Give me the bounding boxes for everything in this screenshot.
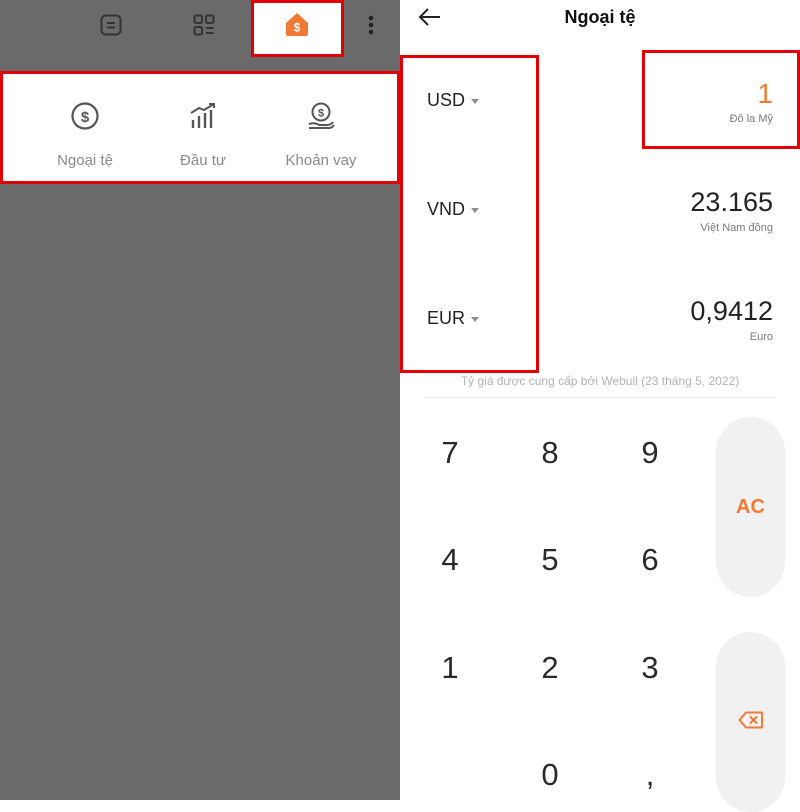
menu-item-investment[interactable]: Đầu tư	[144, 74, 262, 181]
menu-item-currency[interactable]: $ Ngoại tệ	[26, 74, 144, 181]
key-0[interactable]: 0	[520, 750, 580, 800]
clear-all-label: AC	[736, 495, 765, 518]
amount-vnd[interactable]: 23.165	[690, 187, 773, 218]
backspace-button[interactable]	[716, 632, 785, 812]
key-9[interactable]: 9	[620, 428, 680, 478]
finance-home-icon[interactable]: $	[282, 9, 312, 39]
key-6[interactable]: 6	[620, 535, 680, 585]
currency-select-vnd[interactable]: VND	[427, 199, 480, 220]
currency-converter-screen: Ngoại tệ USD VND EUR 1 Đô la Mỹ 23.165 V…	[400, 0, 800, 812]
caret-down-icon	[471, 317, 480, 322]
key-8[interactable]: 8	[520, 428, 580, 478]
left-panel: $ $ Ngoại tệ Đầu tư $ Khoản vay	[0, 0, 400, 800]
svg-text:$: $	[81, 109, 90, 126]
dollar-coin-icon: $	[69, 100, 101, 132]
key-7[interactable]: 7	[420, 428, 480, 478]
divider	[426, 397, 774, 398]
caret-down-icon	[471, 208, 480, 213]
currency-name-vnd: Việt Nam đồng	[700, 222, 773, 234]
amount-eur[interactable]: 0,9412	[690, 296, 773, 327]
currency-select-eur[interactable]: EUR	[427, 308, 480, 329]
money-hand-icon: $	[305, 100, 337, 132]
currency-code: USD	[427, 90, 466, 110]
key-1[interactable]: 1	[420, 643, 480, 693]
grid-icon[interactable]	[191, 12, 217, 38]
svg-text:$: $	[294, 21, 301, 35]
currency-select-usd[interactable]: USD	[427, 90, 480, 111]
menu-item-label: Đầu tư	[180, 152, 226, 169]
caret-down-icon	[471, 99, 480, 104]
key-2[interactable]: 2	[520, 643, 580, 693]
currency-code: VND	[427, 199, 466, 219]
page-title: Ngoại tệ	[564, 7, 636, 27]
more-vertical-icon[interactable]	[362, 13, 380, 37]
menu-item-label: Ngoại tệ	[57, 152, 113, 169]
menu-item-label: Khoản vay	[285, 152, 357, 169]
bar-chart-up-icon	[187, 100, 219, 132]
backspace-icon	[738, 711, 764, 734]
notes-icon[interactable]	[98, 12, 124, 38]
currency-name-usd: Đô la Mỹ	[729, 113, 773, 125]
menu-item-loan[interactable]: $ Khoản vay	[262, 74, 380, 181]
key-5[interactable]: 5	[520, 535, 580, 585]
input-amount-highlight	[642, 50, 800, 149]
key-3[interactable]: 3	[620, 643, 680, 693]
key-4[interactable]: 4	[420, 535, 480, 585]
currency-name-eur: Euro	[749, 331, 773, 343]
key-decimal[interactable]: ,	[620, 750, 680, 800]
svg-text:$: $	[318, 108, 324, 120]
amount-usd[interactable]: 1	[757, 78, 773, 110]
currency-code: EUR	[427, 308, 466, 328]
rate-provider-note: Tỷ giá được cung cấp bởi Webull (23 thán…	[460, 374, 740, 388]
clear-all-button[interactable]: AC	[716, 417, 785, 597]
tools-menu: $ Ngoại tệ Đầu tư $ Khoản vay	[0, 71, 400, 184]
